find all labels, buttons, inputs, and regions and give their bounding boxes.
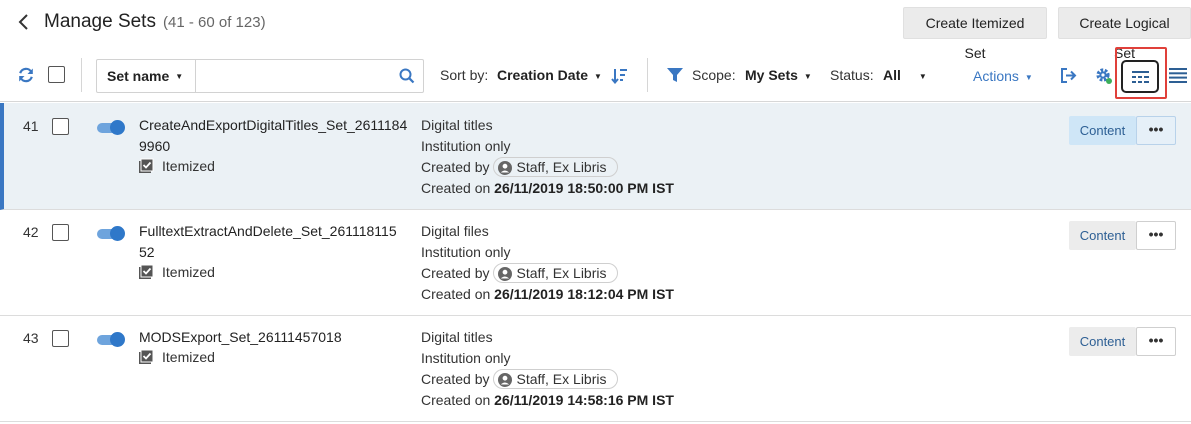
creator-chip[interactable]: Staff, Ex Libris bbox=[493, 157, 618, 177]
created-on-date: 26/11/2019 18:50:00 PM IST bbox=[494, 180, 674, 196]
itemized-icon bbox=[139, 349, 154, 364]
page-header: Manage Sets (41 - 60 of 123) Create Item… bbox=[0, 0, 1191, 61]
creator-chip[interactable]: Staff, Ex Libris bbox=[493, 369, 618, 389]
status-label: Status: bbox=[830, 67, 874, 83]
content-type: Digital titles bbox=[421, 117, 493, 133]
itemized-icon bbox=[139, 158, 154, 173]
set-meta: Digital files Institution only Created b… bbox=[421, 221, 674, 305]
search-field-label: Set name bbox=[107, 68, 170, 84]
create-itemized-set-button[interactable]: Create Itemized Set bbox=[903, 7, 1047, 61]
results-range: (41 - 60 of 123) bbox=[163, 14, 266, 31]
content-button[interactable]: Content bbox=[1069, 116, 1136, 145]
set-name-link[interactable]: CreateAndExportDigitalTitles_Set_2611184… bbox=[139, 115, 409, 157]
sort-dropdown[interactable]: Creation Date ▼ bbox=[497, 67, 602, 83]
content-button[interactable]: Content bbox=[1069, 327, 1136, 356]
set-row[interactable]: 41 CreateAndExportDigitalTitles_Set_2611… bbox=[0, 103, 1191, 210]
row-number: 41 bbox=[23, 118, 39, 134]
list-layout-icon[interactable] bbox=[1169, 68, 1187, 83]
set-name-link[interactable]: MODSExport_Set_26111457018 bbox=[139, 327, 409, 348]
creator-name: Staff, Ex Libris bbox=[516, 371, 607, 387]
chevron-down-icon: ▼ bbox=[1024, 72, 1033, 82]
divider bbox=[647, 58, 648, 92]
row-number: 43 bbox=[23, 330, 39, 346]
refresh-icon[interactable] bbox=[17, 66, 35, 84]
toggle-switch[interactable] bbox=[97, 225, 125, 241]
created-on-date: 26/11/2019 18:12:04 PM IST bbox=[494, 286, 674, 302]
set-type-label: Itemized bbox=[162, 349, 215, 365]
create-logical-set-button[interactable]: Create Logical Set bbox=[1058, 7, 1191, 61]
toggle-switch[interactable] bbox=[97, 119, 125, 135]
search-input[interactable] bbox=[197, 61, 389, 91]
user-icon bbox=[498, 161, 513, 175]
chevron-down-icon: ▼ bbox=[594, 71, 602, 81]
set-meta: Digital titles Institution only Created … bbox=[421, 115, 674, 199]
created-on-label: Created on bbox=[421, 180, 491, 196]
set-type: Itemized bbox=[138, 158, 215, 174]
more-options-button[interactable]: ••• bbox=[1136, 116, 1176, 145]
sort-label: Sort by: bbox=[440, 67, 489, 83]
set-row[interactable]: 43 MODSExport_Set_26111457018 Itemized D… bbox=[0, 316, 1191, 422]
compact-layout-button[interactable] bbox=[1121, 60, 1159, 93]
export-icon[interactable] bbox=[1060, 67, 1077, 84]
created-by-label: Created by bbox=[421, 159, 490, 175]
settings-icon[interactable] bbox=[1095, 67, 1113, 85]
page-title: Manage Sets bbox=[44, 11, 156, 32]
sort-value: Creation Date bbox=[497, 67, 589, 83]
toolbar: Set name ▼ Sort by: Creation Date ▼ Scope:… bbox=[0, 50, 1191, 102]
set-type: Itemized bbox=[138, 349, 215, 365]
visibility: Institution only bbox=[421, 244, 511, 260]
content-type: Digital files bbox=[421, 223, 489, 239]
set-name-link[interactable]: FulltextExtractAndDelete_Set_26111811552 bbox=[139, 221, 404, 263]
row-checkbox[interactable] bbox=[52, 330, 69, 347]
content-button[interactable]: Content bbox=[1069, 221, 1136, 250]
created-by-label: Created by bbox=[421, 371, 490, 387]
compact-layout-icon bbox=[1132, 71, 1149, 83]
scope-label: Scope: bbox=[692, 67, 736, 83]
more-options-button[interactable]: ••• bbox=[1136, 221, 1176, 250]
set-type-label: Itemized bbox=[162, 264, 215, 280]
visibility: Institution only bbox=[421, 350, 511, 366]
more-options-button[interactable]: ••• bbox=[1136, 327, 1176, 356]
set-meta: Digital titles Institution only Created … bbox=[421, 327, 674, 411]
chevron-down-icon: ▼ bbox=[175, 72, 184, 82]
created-on-date: 26/11/2019 14:58:16 PM IST bbox=[494, 392, 674, 408]
search-field-dropdown[interactable]: Set name ▼ bbox=[97, 60, 196, 92]
user-icon bbox=[498, 373, 513, 387]
set-type-label: Itemized bbox=[162, 158, 215, 174]
creator-name: Staff, Ex Libris bbox=[516, 265, 607, 281]
created-by-label: Created by bbox=[421, 265, 490, 281]
visibility: Institution only bbox=[421, 138, 511, 154]
status-value: All bbox=[883, 67, 901, 83]
actions-menu[interactable]: Actions ▼ bbox=[973, 68, 1033, 84]
creator-chip[interactable]: Staff, Ex Libris bbox=[493, 263, 618, 283]
row-checkbox[interactable] bbox=[52, 224, 69, 241]
set-type: Itemized bbox=[138, 264, 215, 280]
set-row[interactable]: 42 FulltextExtractAndDelete_Set_26111811… bbox=[0, 210, 1191, 316]
user-icon bbox=[498, 267, 513, 281]
search-box: Set name ▼ bbox=[96, 59, 424, 93]
itemized-icon bbox=[139, 264, 154, 279]
chevron-down-icon: ▼ bbox=[918, 71, 927, 81]
created-on-label: Created on bbox=[421, 392, 491, 408]
created-on-label: Created on bbox=[421, 286, 491, 302]
content-type: Digital titles bbox=[421, 329, 493, 345]
back-arrow-icon[interactable] bbox=[14, 11, 34, 33]
actions-label: Actions bbox=[973, 68, 1019, 84]
status-dropdown[interactable]: All ▼ bbox=[883, 67, 927, 83]
select-all-checkbox[interactable] bbox=[48, 66, 65, 83]
chevron-down-icon: ▼ bbox=[803, 71, 812, 81]
search-icon[interactable] bbox=[399, 68, 415, 84]
scope-dropdown[interactable]: My Sets ▼ bbox=[745, 67, 812, 83]
creator-name: Staff, Ex Libris bbox=[516, 159, 607, 175]
scope-value: My Sets bbox=[745, 67, 798, 83]
row-checkbox[interactable] bbox=[52, 118, 69, 135]
toggle-switch[interactable] bbox=[97, 331, 125, 347]
row-number: 42 bbox=[23, 224, 39, 240]
divider bbox=[81, 58, 82, 92]
sort-direction-icon[interactable] bbox=[611, 68, 628, 84]
filter-icon bbox=[667, 68, 683, 82]
